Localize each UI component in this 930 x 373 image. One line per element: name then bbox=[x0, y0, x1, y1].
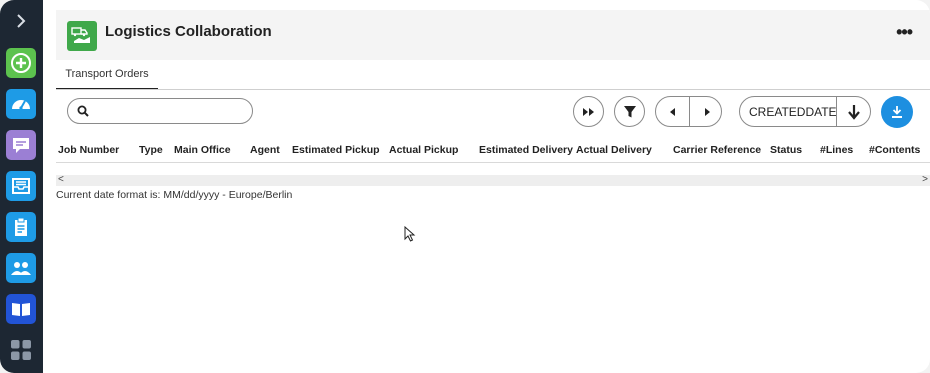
chevron-right-icon bbox=[17, 14, 26, 28]
column-header-lines[interactable]: #Lines bbox=[820, 144, 853, 156]
column-header-agent[interactable]: Agent bbox=[250, 144, 280, 156]
sidebar-item-dashboard[interactable] bbox=[6, 89, 36, 119]
clipboard-icon bbox=[15, 217, 27, 236]
filter-button[interactable] bbox=[614, 96, 645, 127]
chevron-left-icon bbox=[669, 107, 675, 116]
sidebar-item-docs[interactable] bbox=[6, 294, 36, 324]
book-icon bbox=[12, 303, 30, 316]
table-header-divider bbox=[56, 162, 930, 163]
dashboard-icon bbox=[12, 100, 30, 110]
chevron-right-icon bbox=[704, 107, 710, 116]
sort-direction-button[interactable] bbox=[837, 97, 870, 126]
date-format-note: Current date format is: MM/dd/yyyy - Eur… bbox=[56, 189, 293, 201]
sort-field-button[interactable]: CREATEDDATE bbox=[749, 105, 837, 119]
column-header-actual-delivery[interactable]: Actual Delivery bbox=[576, 144, 652, 156]
app-window: Logistics Collaboration ••• Transport Or… bbox=[0, 0, 930, 373]
app-logo bbox=[67, 21, 97, 51]
add-icon bbox=[11, 53, 31, 73]
expand-sidebar-button[interactable] bbox=[10, 10, 32, 32]
arrow-down-icon bbox=[847, 104, 860, 120]
chat-icon bbox=[13, 138, 29, 153]
mouse-cursor-icon bbox=[404, 226, 416, 242]
scroll-right-arrow[interactable]: > bbox=[922, 174, 928, 185]
app-title: Logistics Collaboration bbox=[105, 23, 272, 40]
column-header-carrier-reference[interactable]: Carrier Reference bbox=[673, 144, 761, 156]
sidebar-item-users[interactable] bbox=[6, 253, 36, 283]
column-header-contents[interactable]: #Contents bbox=[869, 144, 920, 156]
column-header-actual-pickup[interactable]: Actual Pickup bbox=[389, 144, 458, 156]
fast-forward-icon bbox=[582, 107, 594, 116]
search-icon bbox=[77, 105, 89, 117]
tab-divider bbox=[56, 89, 930, 90]
tab-transport-orders[interactable]: Transport Orders bbox=[56, 60, 158, 90]
inbox-icon bbox=[12, 178, 30, 194]
scroll-left-arrow[interactable]: < bbox=[58, 174, 64, 185]
apps-grid-icon bbox=[11, 340, 31, 360]
search-input[interactable] bbox=[67, 98, 253, 124]
sidebar bbox=[0, 0, 43, 373]
next-page-button[interactable] bbox=[690, 97, 723, 126]
download-icon bbox=[892, 106, 902, 118]
column-header-job-number[interactable]: Job Number bbox=[58, 144, 119, 156]
users-icon bbox=[11, 262, 31, 275]
column-header-status[interactable]: Status bbox=[770, 144, 802, 156]
more-menu-button[interactable]: ••• bbox=[896, 23, 913, 41]
previous-page-button[interactable] bbox=[656, 97, 689, 126]
filter-icon bbox=[623, 105, 636, 117]
horizontal-scrollbar[interactable]: < > bbox=[56, 174, 930, 186]
table-header: Job Number Type Main Office Agent Estima… bbox=[56, 140, 930, 162]
column-header-main-office[interactable]: Main Office bbox=[174, 144, 231, 156]
sidebar-item-add[interactable] bbox=[6, 48, 36, 78]
column-header-type[interactable]: Type bbox=[139, 144, 163, 156]
pagination-control bbox=[655, 96, 722, 127]
download-button[interactable] bbox=[881, 96, 913, 128]
truck-handshake-icon bbox=[71, 27, 90, 43]
sidebar-item-orders[interactable] bbox=[6, 212, 36, 242]
fast-forward-button[interactable] bbox=[573, 96, 604, 127]
sidebar-item-messages[interactable] bbox=[6, 130, 36, 160]
column-header-estimated-pickup[interactable]: Estimated Pickup bbox=[292, 144, 380, 156]
column-header-estimated-delivery[interactable]: Estimated Delivery bbox=[479, 144, 573, 156]
app-header: Logistics Collaboration ••• bbox=[56, 10, 930, 60]
sidebar-item-inbox[interactable] bbox=[6, 171, 36, 201]
sidebar-item-apps[interactable] bbox=[6, 335, 36, 365]
sort-control: CREATEDDATE bbox=[739, 96, 871, 127]
